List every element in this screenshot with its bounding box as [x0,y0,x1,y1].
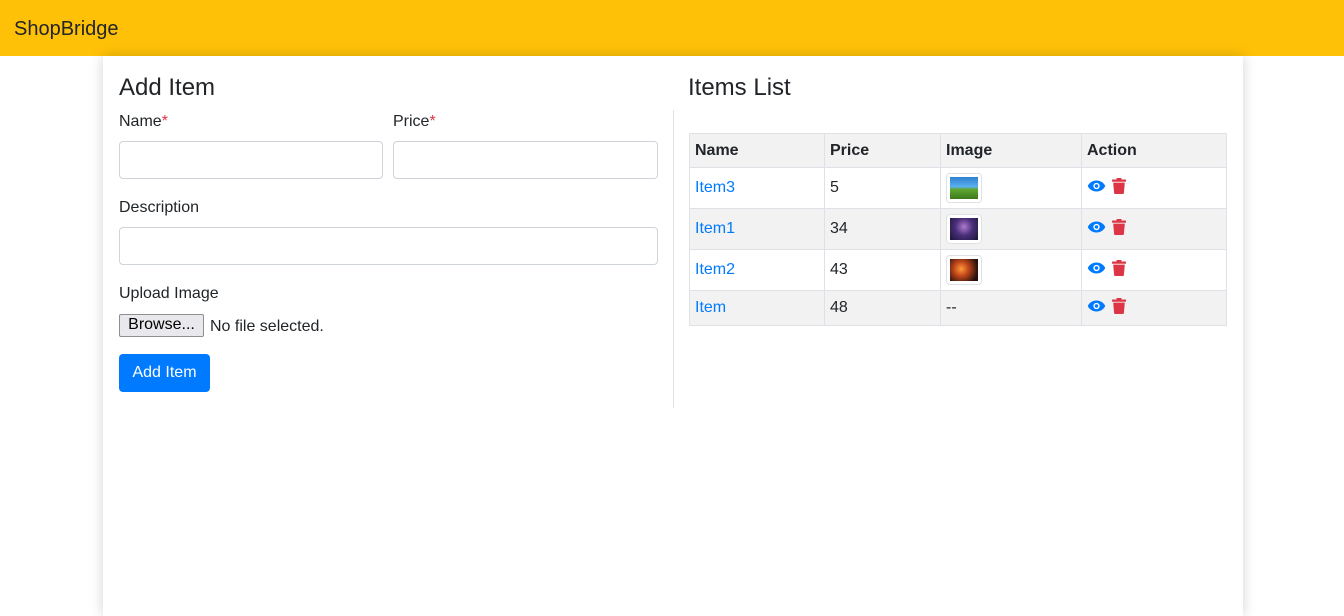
landscape-thumbnail-image [950,177,978,199]
table-row: Item3 5 [689,167,1227,209]
item-name-link[interactable]: Item1 [695,220,735,237]
price-input[interactable] [393,141,658,179]
trash-icon[interactable] [1112,218,1127,240]
item-action-cell [1081,208,1227,250]
column-header-action: Action [1081,133,1227,168]
name-input[interactable] [119,141,383,179]
column-divider [673,110,674,408]
table-row: Item 48 -- [689,290,1227,326]
required-mark: * [429,113,436,130]
price-label-text: Price [393,113,430,130]
item-action-cell [1081,290,1227,326]
brand-logo-text[interactable]: ShopBridge [14,17,119,41]
price-label: Price* [393,112,436,132]
name-label-text: Name [119,113,162,130]
item-name-cell: Item1 [689,208,825,250]
item-action-cell [1081,249,1227,291]
fireworks-thumbnail-image [950,259,978,281]
item-name-link[interactable]: Item [695,299,726,316]
items-table: Name Price Image Action Item3 5 Item1 34 [689,133,1227,326]
eye-icon[interactable] [1087,179,1108,198]
items-list-title: Items List [688,74,791,101]
main-card: Add Item Name* Price* Description Upload… [103,56,1243,616]
column-header-price: Price [824,133,941,168]
table-row: Item2 43 [689,249,1227,291]
required-mark: * [161,113,168,130]
item-image-cell [940,249,1082,291]
item-thumbnail [946,214,982,244]
name-label: Name* [119,112,168,132]
add-item-button[interactable]: Add Item [119,354,210,392]
description-label: Description [119,199,200,216]
item-image-placeholder: -- [940,290,1082,326]
item-name-link[interactable]: Item2 [695,261,735,278]
file-status-text: No file selected. [210,318,324,335]
eye-icon[interactable] [1087,220,1108,239]
column-header-image: Image [940,133,1082,168]
item-thumbnail [946,255,982,285]
add-item-title: Add Item [119,74,216,101]
table-header-row: Name Price Image Action [689,133,1227,168]
table-row: Item1 34 [689,208,1227,250]
item-action-cell [1081,167,1227,209]
description-input[interactable] [119,227,658,265]
item-price-cell: 48 [824,290,941,326]
upload-image-label: Upload Image [119,285,219,302]
eye-icon[interactable] [1087,299,1108,318]
item-name-link[interactable]: Item3 [695,179,735,196]
eye-icon[interactable] [1087,261,1108,280]
column-header-name: Name [689,133,825,168]
item-price-cell: 34 [824,208,941,250]
item-image-cell [940,167,1082,209]
browse-button[interactable]: Browse... [119,314,204,337]
galaxy-thumbnail-image [950,218,978,240]
item-name-cell: Item3 [689,167,825,209]
item-price-cell: 43 [824,249,941,291]
item-image-cell [940,208,1082,250]
item-price-cell: 5 [824,167,941,209]
navbar: ShopBridge [0,0,1344,56]
item-name-cell: Item2 [689,249,825,291]
item-name-cell: Item [689,290,825,326]
item-thumbnail [946,173,982,203]
trash-icon[interactable] [1112,177,1127,199]
trash-icon[interactable] [1112,259,1127,281]
trash-icon[interactable] [1112,297,1127,319]
